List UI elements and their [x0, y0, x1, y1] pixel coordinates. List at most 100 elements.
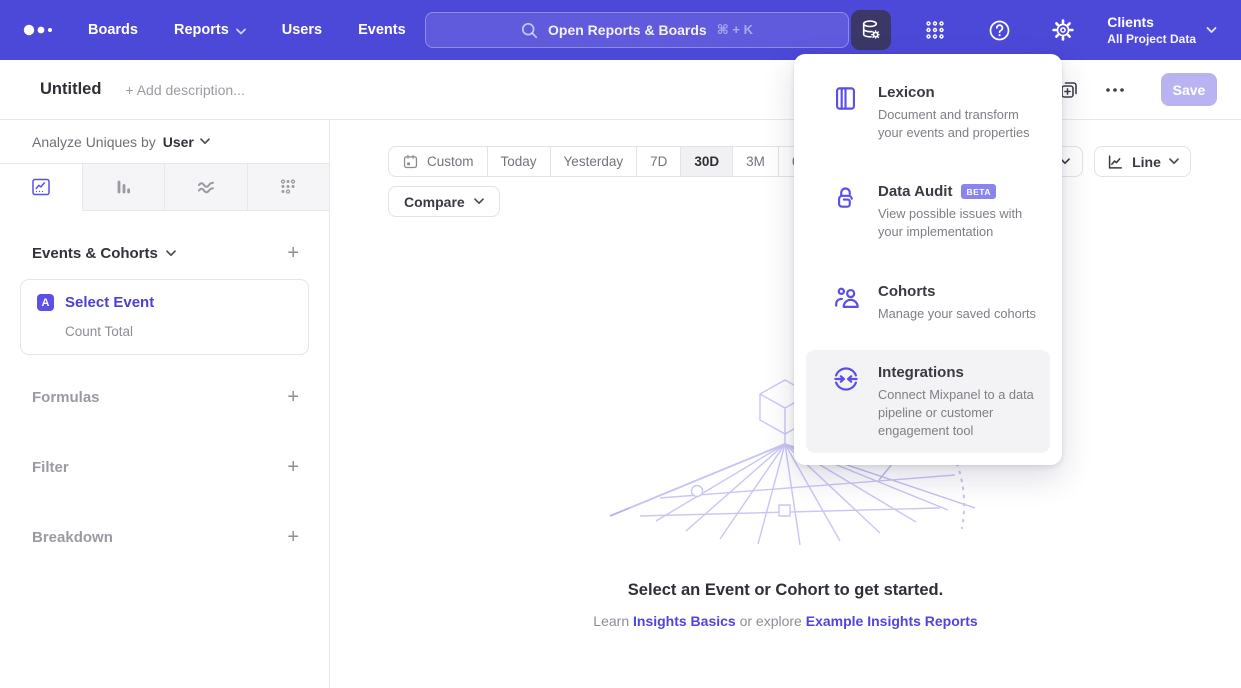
help-button[interactable]: [979, 10, 1019, 50]
analyze-value: User: [163, 134, 194, 150]
calendar-icon: [402, 153, 419, 170]
search-icon: [521, 22, 538, 39]
menu-item-title: Lexicon: [878, 84, 935, 101]
date-range-3m[interactable]: 3M: [733, 147, 779, 176]
empty-state-title: Select an Event or Cohort to get started…: [330, 581, 1241, 600]
filter-row: Filter +: [0, 457, 329, 477]
visualization-tabs: [0, 163, 329, 211]
date-range-7d[interactable]: 7D: [637, 147, 681, 176]
project-name: All Project Data: [1107, 32, 1196, 46]
add-event-button[interactable]: +: [287, 243, 299, 263]
formulas-row: Formulas +: [0, 387, 329, 407]
date-range-selector: Custom Today Yesterday 7D 30D 3M 6M: [388, 146, 825, 177]
chart-type-dropdown-button[interactable]: Line: [1094, 146, 1191, 177]
tab-stacked-chart[interactable]: [165, 164, 248, 210]
global-search-input[interactable]: Open Reports & Boards ⌘ + K: [425, 12, 849, 48]
report-title[interactable]: Untitled: [40, 80, 101, 99]
date-range-today[interactable]: Today: [488, 147, 551, 176]
tab-bar-chart[interactable]: [83, 164, 166, 210]
save-button[interactable]: Save: [1161, 73, 1217, 106]
chevron-down-icon: [166, 250, 176, 257]
nav-item-reports[interactable]: Reports: [174, 22, 246, 38]
nav-item-events[interactable]: Events: [358, 22, 406, 38]
add-formula-button[interactable]: +: [287, 387, 299, 407]
chevron-down-icon: [1169, 158, 1179, 165]
date-range-label: Custom: [427, 154, 474, 169]
data-audit-lock-icon: [832, 184, 862, 240]
chart-type-label: Line: [1132, 154, 1161, 170]
filter-label: Filter: [32, 459, 69, 476]
database-gear-icon: [859, 18, 883, 42]
primary-nav: Boards Reports Users Events: [88, 22, 406, 38]
menu-item-title: Data Audit: [878, 183, 952, 200]
menu-item-description: Document and transform your events and p…: [878, 106, 1042, 141]
date-range-label: Today: [501, 154, 537, 169]
account-name: Clients: [1107, 14, 1196, 30]
menu-item-data-audit[interactable]: Data Audit BETA View possible issues wit…: [806, 169, 1050, 254]
gear-icon: [1051, 18, 1075, 42]
menu-item-integrations[interactable]: Integrations Connect Mixpanel to a data …: [806, 350, 1050, 453]
top-navigation-bar: Boards Reports Users Events Open Reports…: [0, 0, 1241, 60]
question-mark-icon: [988, 19, 1011, 42]
add-breakdown-button[interactable]: +: [287, 527, 299, 547]
compare-label: Compare: [404, 194, 465, 210]
line-chart-icon: [1106, 153, 1124, 171]
line-chart-icon: [30, 176, 52, 198]
query-builder-sidebar: Analyze Uniques by User: [0, 120, 330, 688]
nav-item-label: Reports: [174, 22, 229, 38]
search-placeholder: Open Reports & Boards: [548, 22, 707, 38]
apps-grid-button[interactable]: [915, 10, 955, 50]
top-nav-right-group: Clients All Project Data: [851, 10, 1241, 50]
tab-metrics-grid[interactable]: [248, 164, 330, 210]
event-aggregation-value[interactable]: Count Total: [65, 324, 292, 339]
add-filter-button[interactable]: +: [287, 457, 299, 477]
analyze-row: Analyze Uniques by User: [0, 120, 329, 163]
menu-item-description: Manage your saved cohorts: [878, 305, 1042, 323]
date-range-label: Yesterday: [564, 154, 624, 169]
chevron-down-icon: [236, 28, 246, 35]
compare-dropdown-button[interactable]: Compare: [388, 186, 500, 217]
report-header-actions: Save: [1058, 73, 1217, 106]
nav-item-boards[interactable]: Boards: [88, 22, 138, 38]
dots-grid-icon: [277, 176, 299, 198]
event-card[interactable]: A Select Event Count Total: [20, 279, 309, 355]
date-range-custom[interactable]: Custom: [389, 147, 488, 176]
mixpanel-logo-icon[interactable]: [22, 23, 58, 37]
breakdown-label: Breakdown: [32, 529, 113, 546]
chevron-down-icon: [1206, 26, 1217, 34]
nav-item-label: Boards: [88, 22, 138, 38]
nav-item-users[interactable]: Users: [282, 22, 322, 38]
menu-item-cohorts[interactable]: Cohorts Manage your saved cohorts: [806, 269, 1050, 337]
settings-button[interactable]: [1043, 10, 1083, 50]
report-canvas: Custom Today Yesterday 7D 30D 3M 6M Comp…: [330, 120, 1241, 688]
menu-item-title: Integrations: [878, 364, 964, 381]
breakdown-row: Breakdown +: [0, 527, 329, 547]
events-cohorts-header: Events & Cohorts +: [0, 243, 329, 263]
formulas-label: Formulas: [32, 389, 100, 406]
bar-chart-icon: [112, 176, 134, 198]
project-switcher[interactable]: Clients All Project Data: [1107, 14, 1217, 46]
select-event-button[interactable]: Select Event: [65, 294, 154, 311]
explore-middle-text: or explore: [736, 613, 806, 629]
events-cohorts-dropdown[interactable]: Events & Cohorts: [32, 245, 176, 262]
chevron-down-icon: [200, 138, 210, 145]
empty-state-subtitle: Learn Insights Basics or explore Example…: [330, 613, 1241, 629]
cohorts-users-icon: [832, 284, 862, 323]
insights-basics-link[interactable]: Insights Basics: [633, 613, 736, 629]
grid-dots-icon: [924, 19, 946, 41]
analyze-value-dropdown[interactable]: User: [163, 134, 210, 150]
add-description-field[interactable]: + Add description...: [125, 82, 244, 98]
nav-item-label: Events: [358, 22, 406, 38]
menu-item-description: View possible issues with your implement…: [878, 205, 1042, 240]
date-range-label: 3M: [746, 154, 765, 169]
analyze-label: Analyze Uniques by: [32, 134, 156, 150]
menu-item-description: Connect Mixpanel to a data pipeline or c…: [878, 386, 1042, 439]
menu-item-lexicon[interactable]: Lexicon Document and transform your even…: [806, 70, 1050, 155]
data-management-button[interactable]: [851, 10, 891, 50]
flow-lines-icon: [195, 176, 217, 198]
date-range-yesterday[interactable]: Yesterday: [551, 147, 638, 176]
more-options-button[interactable]: [1105, 87, 1125, 93]
example-reports-link[interactable]: Example Insights Reports: [806, 613, 978, 629]
tab-line-chart[interactable]: [0, 164, 83, 210]
date-range-30d[interactable]: 30D: [681, 147, 733, 176]
